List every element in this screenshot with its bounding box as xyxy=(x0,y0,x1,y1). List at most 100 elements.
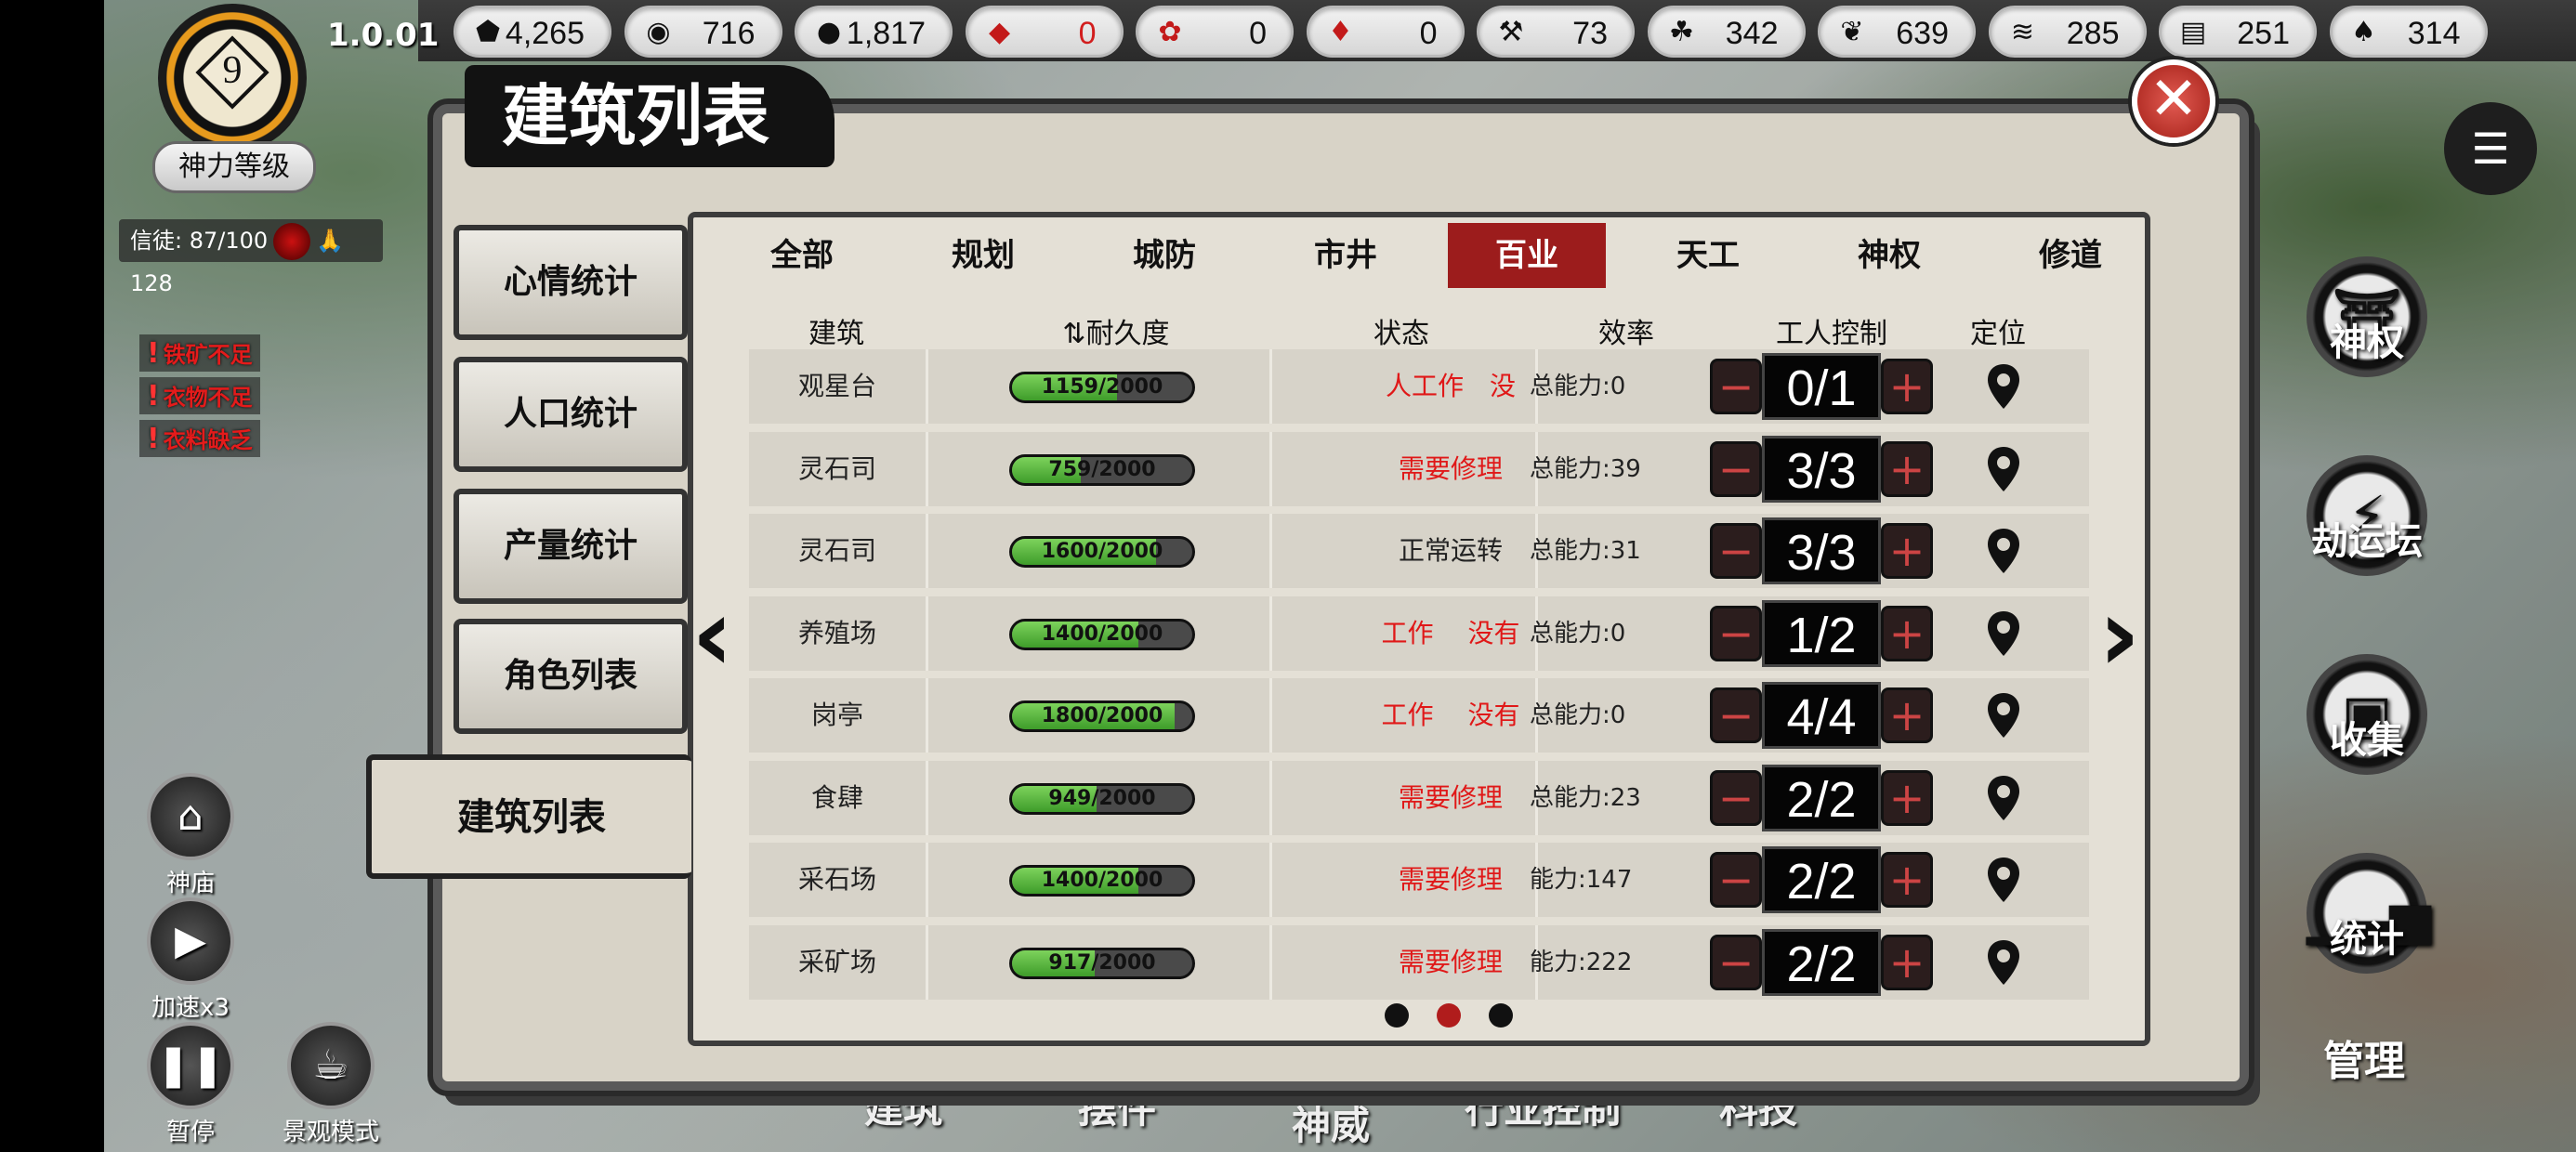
resource-value: 716 xyxy=(702,16,756,51)
cloth-icon: ♦ xyxy=(1328,16,1353,48)
page-dot[interactable] xyxy=(1437,1003,1461,1028)
table-row: 采石场 1400/2000 需要修理 能力:147−2/2 + xyxy=(749,843,2089,917)
faith-text: 信徒: 87/100 xyxy=(130,228,269,254)
category-tab[interactable]: 修道 xyxy=(1991,223,2149,288)
worker-count: 3/3 xyxy=(1762,517,1881,584)
house-icon: ⌂ xyxy=(147,773,234,860)
table-row: 灵石司 759/2000 需要修理 总能力:39−3/3 + xyxy=(749,431,2089,506)
plus-icon: + xyxy=(1888,608,1925,659)
row-divider xyxy=(926,514,928,588)
decrease-workers-button[interactable]: − xyxy=(1710,769,1762,826)
resource-value: 4,265 xyxy=(505,16,585,51)
faith-orb-icon xyxy=(273,223,311,260)
resource-tool[interactable]: ⚒ 73 xyxy=(1477,6,1635,58)
category-tab[interactable]: 市井 xyxy=(1267,223,1425,288)
locate-pin-icon[interactable] xyxy=(1985,362,2022,412)
increase-workers-button[interactable]: + xyxy=(1881,934,1933,990)
decrease-workers-button[interactable]: − xyxy=(1710,440,1762,497)
tab-character-list[interactable]: 角色列表 xyxy=(453,619,688,734)
locate-pin-icon[interactable] xyxy=(1985,609,2022,660)
temple-button[interactable]: ⌂ 神庙 xyxy=(139,773,242,898)
row-divider xyxy=(926,596,928,671)
increase-workers-button[interactable]: + xyxy=(1881,523,1933,579)
row-divider xyxy=(1269,596,1272,671)
efficiency-text: 总能力:0 xyxy=(1530,373,1626,400)
resource-ore[interactable]: ◉ 716 xyxy=(624,6,782,58)
close-button[interactable]: ✕ xyxy=(2132,59,2215,143)
decrease-workers-button[interactable]: − xyxy=(1710,934,1762,990)
building-name: 灵石司 xyxy=(797,535,876,566)
durability-bar: 1600/2000 xyxy=(1009,536,1195,568)
warning-item[interactable]: ! 衣料缺乏 xyxy=(139,420,260,457)
col-header-efficiency: 效率 xyxy=(1598,318,1654,350)
efficiency-text: 总能力:23 xyxy=(1530,783,1641,812)
page-dot[interactable] xyxy=(1489,1003,1513,1028)
increase-workers-button[interactable]: + xyxy=(1881,605,1933,661)
tab-population-stats[interactable]: 人口统计 xyxy=(453,357,688,472)
god-level-emblem[interactable]: 9 xyxy=(158,4,307,152)
statistics-button[interactable]: ▁▃▅ 统计 xyxy=(2297,853,2437,1028)
increase-workers-button[interactable]: + xyxy=(1881,440,1933,497)
plus-icon: + xyxy=(1888,936,1925,988)
decrease-workers-button[interactable]: − xyxy=(1710,605,1762,661)
resource-value: 342 xyxy=(1725,16,1779,51)
resource-stone[interactable]: ⬟ 4,265 xyxy=(453,6,611,58)
resource-herb[interactable]: ☘ 342 xyxy=(1647,6,1806,58)
resource-cloth[interactable]: ♦ 0 xyxy=(1306,6,1465,58)
resource-leaf[interactable]: ❦ 639 xyxy=(1818,6,1976,58)
increase-workers-button[interactable]: + xyxy=(1881,687,1933,743)
manage-label[interactable]: 管理 xyxy=(2323,1028,2405,1087)
pause-button[interactable]: ❚❚ 暂停 xyxy=(139,1022,242,1147)
locate-pin-icon[interactable] xyxy=(1985,445,2022,495)
col-header-status: 状态 xyxy=(1373,318,1429,350)
god-level-button[interactable]: 神力等级 xyxy=(152,141,316,193)
tab-production-stats[interactable]: 产量统计 xyxy=(453,489,688,604)
minus-icon: − xyxy=(1717,772,1755,823)
speed-button[interactable]: ▶ 加速x3 xyxy=(139,897,242,1023)
locate-pin-icon[interactable] xyxy=(1985,774,2022,824)
resource-grass[interactable]: ≋ 285 xyxy=(1988,6,2147,58)
collect-button[interactable]: ▣ 收集 xyxy=(2297,654,2437,829)
prev-page-arrow[interactable]: ‹ xyxy=(691,583,733,686)
page-dot[interactable] xyxy=(1385,1003,1409,1028)
divine-power-button[interactable]: ⛩ 神权 xyxy=(2297,256,2437,431)
category-tab[interactable]: 神权 xyxy=(1810,223,1968,288)
category-tab[interactable]: 城防 xyxy=(1085,223,1243,288)
category-tab[interactable]: 百业 xyxy=(1448,223,1606,288)
locate-pin-icon[interactable] xyxy=(1985,856,2022,906)
decrease-workers-button[interactable]: − xyxy=(1710,687,1762,743)
resource-building[interactable]: ▤ 251 xyxy=(2159,6,2317,58)
increase-workers-button[interactable]: + xyxy=(1881,852,1933,908)
warning-item[interactable]: ! 衣物不足 xyxy=(139,377,260,414)
tab-building-list[interactable]: 建筑列表 xyxy=(366,754,691,879)
locate-pin-icon[interactable] xyxy=(1985,691,2022,741)
locate-pin-icon[interactable] xyxy=(1985,938,2022,988)
minus-icon: − xyxy=(1717,608,1755,659)
category-tab[interactable]: 全部 xyxy=(723,223,881,288)
minus-icon: − xyxy=(1717,855,1755,905)
resource-flower[interactable]: ✿ 0 xyxy=(1136,6,1294,58)
bottom-nav-might[interactable]: 神威 xyxy=(1292,1094,1370,1151)
durability-text: 1800/2000 xyxy=(1041,704,1163,727)
col-header-durability[interactable]: ⇅耐久度 xyxy=(1037,310,1195,351)
menu-list-icon[interactable]: ☰ xyxy=(2444,102,2537,195)
decrease-workers-button[interactable]: − xyxy=(1710,523,1762,579)
resource-gem[interactable]: ◆ 0 xyxy=(965,6,1124,58)
altar-button[interactable]: ⚡ 劫运坛 xyxy=(2297,455,2437,630)
decrease-workers-button[interactable]: − xyxy=(1710,359,1762,414)
locate-pin-icon[interactable] xyxy=(1985,527,2022,577)
category-tab[interactable]: 天工 xyxy=(1629,223,1787,288)
warning-item[interactable]: ! 铁矿不足 xyxy=(139,334,260,372)
flower-icon: ✿ xyxy=(1158,16,1182,48)
next-page-arrow[interactable]: › xyxy=(2098,583,2140,686)
resource-rock[interactable]: ● 1,817 xyxy=(795,6,953,58)
category-tab[interactable]: 规划 xyxy=(904,223,1062,288)
resource-bottle[interactable]: ♠ 314 xyxy=(2329,6,2488,58)
increase-workers-button[interactable]: + xyxy=(1881,359,1933,414)
increase-workers-button[interactable]: + xyxy=(1881,769,1933,826)
landscape-mode-button[interactable]: ☕ 景观模式 xyxy=(275,1022,387,1147)
table-row: 食肆 949/2000 需要修理 总能力:23−2/2 + xyxy=(749,760,2089,835)
tab-mood-stats[interactable]: 心情统计 xyxy=(453,225,688,340)
leaf-icon: ❦ xyxy=(1840,16,1864,48)
decrease-workers-button[interactable]: − xyxy=(1710,852,1762,908)
